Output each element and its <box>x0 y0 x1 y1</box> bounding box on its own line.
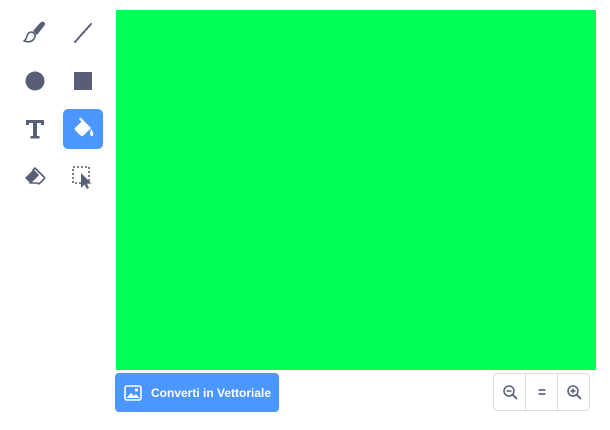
zoom-controls <box>493 373 590 411</box>
rectangle-tool-button[interactable] <box>63 61 103 101</box>
convert-to-vector-button[interactable]: Converti in Vettoriale <box>115 373 279 412</box>
zoom-reset-button[interactable] <box>525 374 557 410</box>
line-tool-button[interactable] <box>63 13 103 53</box>
paint-canvas[interactable] <box>116 10 596 370</box>
eraser-icon <box>25 167 46 185</box>
line-icon <box>74 23 92 43</box>
text-icon <box>26 120 44 139</box>
eraser-tool-button[interactable] <box>15 157 55 197</box>
brush-tool-button[interactable] <box>15 13 55 53</box>
image-icon <box>124 384 142 401</box>
convert-button-label: Converti in Vettoriale <box>151 385 272 400</box>
rectangle-icon <box>74 72 92 90</box>
zoom-in-button[interactable] <box>557 374 589 410</box>
fill-tool-button[interactable] <box>63 109 103 149</box>
zoom-in-icon <box>566 385 581 400</box>
zoom-out-button[interactable] <box>494 374 525 410</box>
select-icon <box>72 166 92 189</box>
fill-bucket-icon <box>74 117 94 137</box>
paint-editor: Converti in Vettoriale <box>0 0 610 430</box>
brush-icon <box>23 21 45 43</box>
circle-icon <box>25 71 45 91</box>
zoom-out-icon <box>502 385 517 400</box>
text-tool-button[interactable] <box>15 109 55 149</box>
select-tool-button[interactable] <box>63 157 103 197</box>
zoom-reset-icon <box>538 389 545 395</box>
circle-tool-button[interactable] <box>15 61 55 101</box>
